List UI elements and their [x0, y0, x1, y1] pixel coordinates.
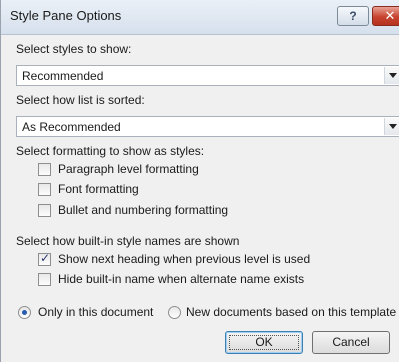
font-formatting-checkbox[interactable] — [38, 183, 51, 196]
sort-dropdown[interactable]: As Recommended — [16, 116, 399, 137]
new-documents-template-radio[interactable] — [168, 306, 181, 319]
hide-builtin-name-label[interactable]: Hide built-in name when alternate name e… — [58, 272, 304, 286]
style-pane-options-dialog: Style Pane Options ? ✕ Select styles to … — [0, 0, 399, 362]
close-button[interactable]: ✕ — [372, 6, 399, 26]
bullet-formatting-checkbox[interactable] — [38, 204, 51, 217]
close-icon: ✕ — [384, 8, 396, 23]
cancel-button-label: Cancel — [332, 335, 370, 349]
styles-dropdown[interactable]: Recommended — [16, 65, 399, 86]
cancel-button[interactable]: Cancel — [312, 331, 390, 354]
paragraph-formatting-checkbox[interactable] — [38, 163, 51, 176]
paragraph-formatting-label[interactable]: Paragraph level formatting — [58, 162, 199, 176]
sort-label: Select how list is sorted: — [16, 93, 145, 107]
bullet-formatting-label[interactable]: Bullet and numbering formatting — [58, 203, 228, 217]
formatting-label: Select formatting to show as styles: — [16, 144, 205, 158]
hide-builtin-name-checkbox[interactable] — [38, 273, 51, 286]
help-icon: ? — [349, 9, 357, 23]
ok-button[interactable]: OK — [225, 331, 303, 354]
focus-rectangle — [229, 335, 299, 350]
chevron-down-icon[interactable] — [384, 67, 399, 84]
sort-dropdown-value: As Recommended — [22, 120, 121, 134]
font-formatting-label[interactable]: Font formatting — [58, 182, 139, 196]
only-this-document-radio[interactable] — [18, 306, 31, 319]
select-styles-label: Select styles to show: — [16, 42, 132, 56]
chevron-down-icon[interactable] — [384, 118, 399, 135]
dialog-title: Style Pane Options — [10, 8, 122, 23]
show-next-heading-label[interactable]: Show next heading when previous level is… — [58, 252, 310, 266]
only-this-document-label[interactable]: Only in this document — [38, 305, 153, 319]
help-button[interactable]: ? — [337, 6, 369, 26]
new-documents-template-label[interactable]: New documents based on this template — [186, 305, 396, 319]
title-bar: Style Pane Options ? ✕ — [1, 0, 399, 35]
builtin-names-label: Select how built-in style names are show… — [16, 234, 240, 248]
styles-dropdown-value: Recommended — [22, 69, 104, 83]
show-next-heading-checkbox[interactable] — [38, 251, 51, 266]
